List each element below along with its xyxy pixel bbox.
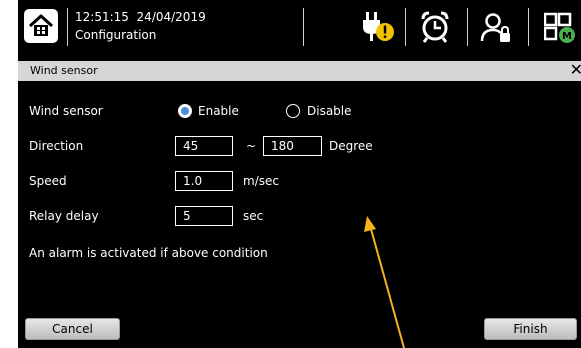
divider	[528, 8, 529, 46]
dialog-title: Wind sensor	[30, 64, 98, 77]
close-icon[interactable]: ✕	[570, 61, 581, 79]
time-text: 12:51:15	[75, 10, 129, 24]
direction-to-field[interactable]	[263, 136, 322, 156]
direction-unit: Degree	[329, 139, 373, 153]
relay-delay-label: Relay delay	[29, 209, 99, 223]
relay-delay-field[interactable]	[175, 206, 233, 226]
screen-name: Configuration	[75, 28, 157, 42]
divider	[467, 8, 468, 46]
alarm-clock-icon[interactable]	[418, 10, 452, 48]
speed-field[interactable]	[175, 171, 233, 191]
home-button[interactable]	[24, 9, 58, 43]
disable-label[interactable]: Disable	[307, 103, 352, 119]
power-plug-warning-icon[interactable]	[359, 10, 395, 48]
cancel-button[interactable]: Cancel	[25, 318, 120, 340]
user-lock-icon[interactable]	[480, 10, 514, 48]
range-separator: ~	[246, 139, 257, 153]
enable-radio[interactable]	[178, 104, 192, 118]
dialog-title-bar: Wind sensor ✕	[18, 61, 581, 81]
direction-from-field[interactable]	[175, 136, 233, 156]
speed-unit: m/sec	[243, 174, 279, 188]
direction-label: Direction	[29, 139, 84, 153]
relay-delay-unit: sec	[243, 209, 264, 223]
wind-sensor-label: Wind sensor	[29, 104, 103, 118]
finish-button[interactable]: Finish	[484, 318, 577, 340]
top-status-bar: 12:51:15 24/04/2019 Configuration M	[18, 0, 581, 60]
disable-radio[interactable]	[286, 104, 300, 118]
date-text: 24/04/2019	[136, 10, 206, 24]
wind-sensor-dialog: Wind sensor Enable Disable Direction ~ D…	[18, 81, 581, 348]
clock-display: 12:51:15 24/04/2019 Configuration	[75, 8, 206, 44]
divider	[303, 8, 304, 46]
enable-label[interactable]: Enable	[198, 103, 239, 119]
alarm-note: An alarm is activated if above condition	[29, 246, 268, 260]
divider	[405, 8, 406, 46]
speed-label: Speed	[29, 174, 67, 188]
module-grid-icon[interactable]: M	[543, 10, 578, 48]
svg-text:M: M	[562, 31, 572, 42]
divider	[67, 8, 68, 46]
device-screen: 12:51:15 24/04/2019 Configuration M Wind…	[18, 0, 581, 348]
